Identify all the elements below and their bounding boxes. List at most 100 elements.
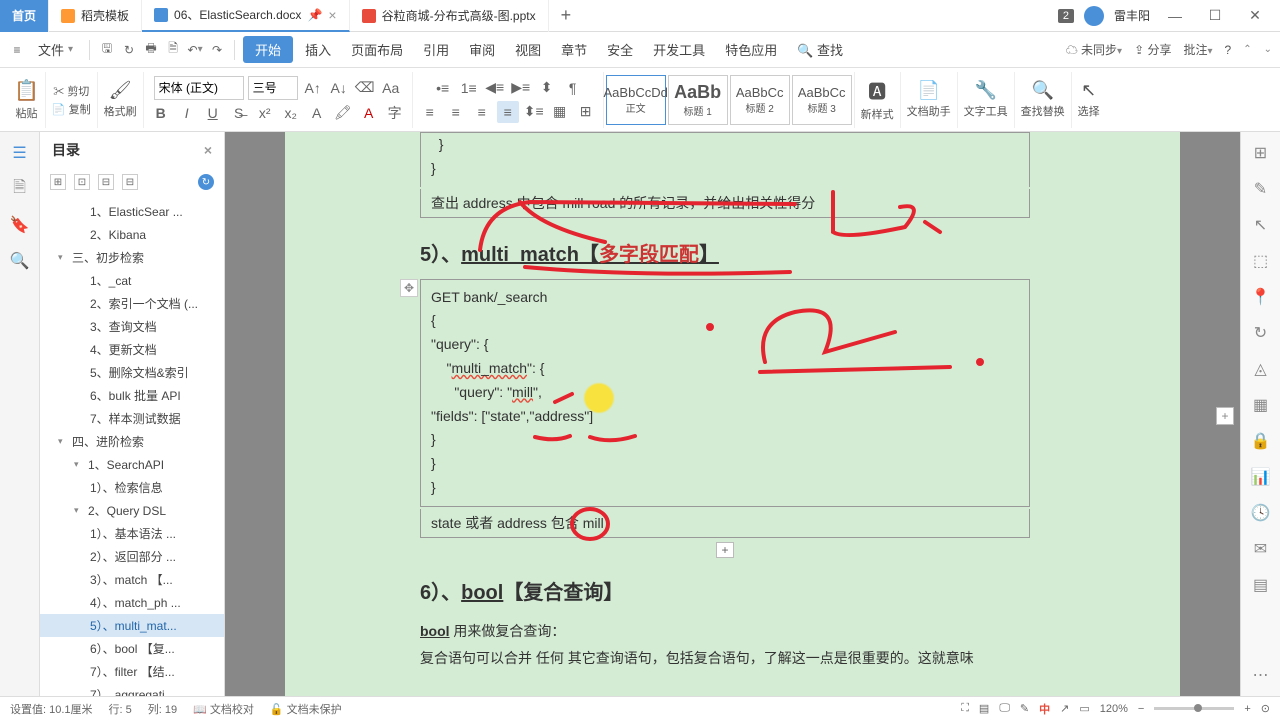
underline-icon[interactable]: U bbox=[202, 102, 224, 124]
toc-section[interactable]: ▾三、初步检索 bbox=[40, 246, 224, 269]
annotate-button[interactable]: 批注▾ bbox=[1183, 41, 1212, 58]
select-group[interactable]: ↖选择 bbox=[1072, 72, 1106, 128]
document-area[interactable]: 📄 🗑 } } 查出 address 中包含 mill road 的所有记录，并… bbox=[225, 132, 1240, 696]
minimize-icon[interactable]: — bbox=[1160, 8, 1190, 24]
help-icon[interactable]: ? bbox=[1225, 43, 1232, 57]
shield-icon[interactable]: ◬ bbox=[1250, 358, 1272, 380]
status-check[interactable]: 📖 文档校对 bbox=[193, 701, 254, 717]
view-print-icon[interactable]: ▤ bbox=[979, 702, 989, 715]
paste-icon[interactable]: 📋 bbox=[14, 78, 39, 103]
select-rail-icon[interactable]: ⬚ bbox=[1250, 250, 1272, 272]
ime-arrow-icon[interactable]: ↗ bbox=[1060, 702, 1069, 715]
layout-icon[interactable]: ▤ bbox=[1250, 574, 1272, 596]
bookmark-icon[interactable]: 🗎 bbox=[9, 178, 31, 200]
toc-item[interactable]: 7、样本测试数据 bbox=[40, 407, 224, 430]
toc-subsection[interactable]: ▾1、SearchAPI bbox=[40, 453, 224, 476]
sync-status[interactable]: ☁ 未同步▾ bbox=[1066, 41, 1122, 58]
avatar[interactable] bbox=[1084, 6, 1104, 26]
collapse-icon[interactable]: ⌃ bbox=[1243, 44, 1251, 55]
view-reading-icon[interactable]: ▭ bbox=[1079, 702, 1089, 715]
maximize-icon[interactable]: ☐ bbox=[1200, 7, 1230, 24]
toc-section[interactable]: ▾四、进阶检索 bbox=[40, 430, 224, 453]
sync-icon[interactable]: ↻ bbox=[1250, 322, 1272, 344]
tool-expand2-icon[interactable]: ⊡ bbox=[74, 174, 90, 190]
chevron-down-icon[interactable]: ⌄ bbox=[1264, 44, 1272, 55]
zoom-in-icon[interactable]: + bbox=[1244, 703, 1250, 715]
tool-collapse2-icon[interactable]: ⊟ bbox=[122, 174, 138, 190]
tab-template[interactable]: 稻壳模板 bbox=[49, 0, 142, 32]
font-name-select[interactable] bbox=[154, 76, 244, 100]
font-size-select[interactable] bbox=[248, 76, 298, 100]
history-icon[interactable]: 🕓 bbox=[1250, 502, 1272, 524]
bold-icon[interactable]: B bbox=[150, 102, 172, 124]
bullets-icon[interactable]: •≡ bbox=[432, 77, 454, 99]
tools-icon[interactable]: ⊞ bbox=[1250, 142, 1272, 164]
scroll-add-button[interactable]: + bbox=[1216, 407, 1234, 425]
doc-helper-group[interactable]: 📄文档助手 bbox=[901, 72, 958, 128]
subscript-icon[interactable]: x₂ bbox=[280, 102, 302, 124]
menu-special[interactable]: 特色应用 bbox=[717, 36, 785, 63]
menu-search[interactable]: 🔍 查找 bbox=[789, 36, 851, 63]
fit-icon[interactable]: ⊙ bbox=[1261, 702, 1270, 715]
toc-item[interactable]: 4）、match_ph ... bbox=[40, 591, 224, 614]
indent-dec-icon[interactable]: ◀≡ bbox=[484, 77, 506, 99]
highlight-icon[interactable]: 🖍 bbox=[332, 102, 354, 124]
style-heading2[interactable]: AaBbCc标题 2 bbox=[730, 75, 790, 125]
toc-item[interactable]: 2、索引一个文档 (... bbox=[40, 292, 224, 315]
tool-collapse1-icon[interactable]: ⊟ bbox=[98, 174, 114, 190]
undo-icon[interactable]: ↶▾ bbox=[186, 41, 204, 59]
add-row-button[interactable]: + bbox=[716, 542, 734, 558]
menu-review[interactable]: 审阅 bbox=[461, 36, 503, 63]
notification-badge[interactable]: 2 bbox=[1058, 9, 1074, 23]
print-icon[interactable]: ↻ bbox=[120, 41, 138, 59]
pin-icon[interactable]: 📌 bbox=[307, 8, 322, 22]
toc-item[interactable]: 2、Kibana bbox=[40, 223, 224, 246]
tool-refresh-icon[interactable]: ↻ bbox=[198, 174, 214, 190]
cursor-rail-icon[interactable]: ↖ bbox=[1250, 214, 1272, 236]
location-icon[interactable]: 📍 bbox=[1250, 286, 1272, 308]
menu-insert[interactable]: 插入 bbox=[297, 36, 339, 63]
style-normal[interactable]: AaBbCcDd正文 bbox=[606, 75, 666, 125]
text-tools-group[interactable]: 🔧文字工具 bbox=[958, 72, 1015, 128]
preview-icon[interactable]: 🗎 bbox=[164, 41, 182, 59]
print-preview-icon[interactable]: 🖶 bbox=[142, 41, 160, 59]
font-color-icon[interactable]: A bbox=[358, 102, 380, 124]
text-effects-icon[interactable]: A bbox=[306, 102, 328, 124]
zoom-slider[interactable] bbox=[1154, 707, 1234, 710]
case-icon[interactable]: Aa bbox=[380, 77, 402, 99]
view-fullscreen-icon[interactable]: ⛶ bbox=[961, 702, 969, 715]
toc-item[interactable]: 7）、aggregati ... bbox=[40, 683, 224, 696]
toc-item[interactable]: 1）、基本语法 ... bbox=[40, 522, 224, 545]
toc-item[interactable]: 1）、检索信息 bbox=[40, 476, 224, 499]
toc-item[interactable]: 4、更新文档 bbox=[40, 338, 224, 361]
align-right-icon[interactable]: ≡ bbox=[471, 101, 493, 123]
grow-font-icon[interactable]: A↑ bbox=[302, 77, 324, 99]
cut-button[interactable]: ✂ 剪切 bbox=[53, 83, 89, 99]
close-icon[interactable]: ✕ bbox=[1240, 7, 1270, 24]
toc-subsection[interactable]: ▾2、Query DSL bbox=[40, 499, 224, 522]
grid-icon[interactable]: ▦ bbox=[1250, 394, 1272, 416]
more-icon[interactable]: ⋯ bbox=[1250, 664, 1272, 686]
tool-expand1-icon[interactable]: ⊞ bbox=[50, 174, 66, 190]
new-style-group[interactable]: 🅰新样式 bbox=[855, 72, 901, 128]
shrink-font-icon[interactable]: A↓ bbox=[328, 77, 350, 99]
toc-item[interactable]: 7）、filter 【结... bbox=[40, 660, 224, 683]
view-outline-icon[interactable]: ✎ bbox=[1020, 702, 1029, 715]
menu-dev[interactable]: 开发工具 bbox=[645, 36, 713, 63]
lock-icon[interactable]: 🔒 bbox=[1250, 430, 1272, 452]
move-handle-icon[interactable]: ✥ bbox=[400, 279, 418, 297]
menu-file[interactable]: 文件▾ bbox=[30, 36, 81, 63]
menu-ref[interactable]: 引用 bbox=[415, 36, 457, 63]
toc-item[interactable]: 3、查询文档 bbox=[40, 315, 224, 338]
search-rail-icon[interactable]: 🔍 bbox=[9, 250, 31, 272]
save-icon[interactable]: 🖫 bbox=[98, 41, 116, 59]
clear-format-icon[interactable]: ⌫ bbox=[354, 77, 376, 99]
format-painter-icon[interactable]: 🖌 bbox=[109, 80, 132, 101]
show-marks-icon[interactable]: ¶ bbox=[562, 77, 584, 99]
italic-icon[interactable]: I bbox=[176, 102, 198, 124]
copy-button[interactable]: 📄 复制 bbox=[52, 101, 91, 117]
shading-icon[interactable]: ▦ bbox=[549, 101, 571, 123]
borders-icon[interactable]: ⊞ bbox=[575, 101, 597, 123]
redo-icon[interactable]: ↷ bbox=[208, 41, 226, 59]
tab-document[interactable]: 06、ElasticSearch.docx 📌 × bbox=[142, 0, 350, 32]
